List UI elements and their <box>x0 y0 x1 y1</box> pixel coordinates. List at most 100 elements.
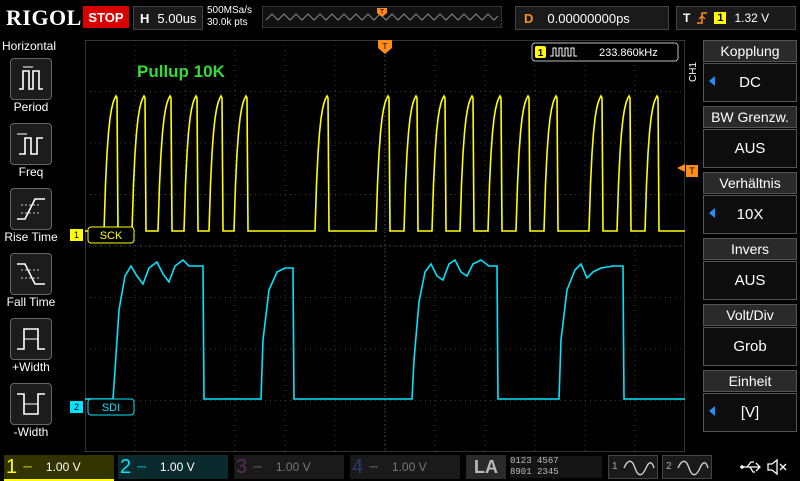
menu-bw-limit[interactable]: BW Grenzw. AUS <box>703 106 797 168</box>
menu-kopplung-title: Kopplung <box>703 40 797 62</box>
generator-1-number: 1 <box>612 461 618 472</box>
ch2-scale: 1.00 V <box>159 460 195 474</box>
menu-unit-title: Einheit <box>703 370 797 392</box>
generator-2-number: 2 <box>666 461 672 472</box>
generator-2-button[interactable]: 2 <box>662 455 712 479</box>
rise-time-icon <box>17 198 45 220</box>
pos-width-button[interactable] <box>10 318 52 360</box>
ch1-label: SCK <box>100 230 123 242</box>
delay-display[interactable]: D 0.00000000ps <box>515 6 669 30</box>
frequency-value: 233.860kHz <box>599 47 658 59</box>
ch3-number: 3 <box>236 455 248 478</box>
waveform-display[interactable]: T Pullup 10K 1 233.860kHz 1 SCK 2 SDI <box>85 40 685 452</box>
rise-time-button[interactable] <box>10 188 52 230</box>
select-arrow-icon <box>709 406 715 416</box>
ch2-status[interactable]: 2 ⎓ 1.00 V <box>118 455 228 479</box>
pos-width-label: +Width <box>12 360 50 374</box>
la-bits-12-15: 2345 <box>537 467 559 477</box>
menu-ratio-title: Verhältnis <box>703 172 797 194</box>
svg-text:T: T <box>380 9 385 16</box>
ch1-ground-marker[interactable]: 1 SCK <box>85 226 135 244</box>
memory-points: 30.0k pts <box>207 17 248 28</box>
logic-analyzer-button[interactable]: LA <box>466 455 506 479</box>
rise-time-label: Rise Time <box>4 230 58 244</box>
trigger-key: T <box>683 11 691 25</box>
ch1-offset-marker[interactable]: 1 <box>70 229 83 241</box>
select-arrow-icon <box>709 76 715 86</box>
ch3-status[interactable]: 3 ⎓ 1.00 V <box>234 455 344 479</box>
menu-unit[interactable]: Einheit [V] <box>703 370 797 432</box>
menu-kopplung-value[interactable]: DC <box>703 63 797 102</box>
trigger-level-tag[interactable]: T <box>686 165 698 177</box>
fall-time-icon <box>17 263 45 285</box>
dc-coupling-icon: ⎓ <box>369 460 378 473</box>
menu-unit-value[interactable]: [V] <box>703 393 797 432</box>
speaker-muted-icon[interactable] <box>766 457 788 477</box>
menu-volt-div-value[interactable]: Grob <box>703 327 797 366</box>
pos-width-icon <box>17 328 45 350</box>
freq-label: Freq <box>18 165 44 179</box>
dc-coupling-icon: ⎓ <box>23 460 32 473</box>
ch2-ground-marker[interactable]: 2 SDI <box>85 398 135 416</box>
brand-logo: RIGOL <box>6 5 82 30</box>
sine-wave-icon <box>677 460 709 476</box>
svg-text:1: 1 <box>538 48 544 59</box>
delay-value: 0.00000000ps <box>547 10 630 26</box>
rising-edge-icon <box>697 12 708 24</box>
sample-rate: 500MSa/s <box>207 5 253 16</box>
ch3-scale: 1.00 V <box>275 460 311 474</box>
menu-volt-div[interactable]: Volt/Div Grob <box>703 304 797 366</box>
la-channel-status: 0123 4567 8901 2345 <box>510 456 602 478</box>
period-label: Period <box>13 100 49 114</box>
freq-button[interactable] <box>10 123 52 165</box>
select-arrow-icon <box>709 208 715 218</box>
timebase-value: 5.00us <box>157 10 197 26</box>
ch4-number: 4 <box>352 455 364 478</box>
ch4-status[interactable]: 4 ⎓ 1.00 V <box>350 455 460 479</box>
trigger-position-label: T <box>383 42 388 51</box>
neg-width-label: -Width <box>13 425 49 439</box>
ch4-scale: 1.00 V <box>391 460 427 474</box>
ch1-status[interactable]: 1 ⎓ 1.00 V <box>4 455 114 481</box>
memory-overview-strip[interactable]: T <box>262 6 502 28</box>
ch2-label: SDI <box>102 402 120 414</box>
run-stop-badge[interactable]: STOP <box>83 6 129 28</box>
dc-coupling-icon: ⎓ <box>137 460 146 473</box>
la-bits-8-11: 8901 <box>510 467 532 477</box>
ch2-offset-marker[interactable]: 2 <box>70 401 83 413</box>
la-bits-4-7: 4567 <box>537 456 559 466</box>
fall-time-button[interactable] <box>10 253 52 295</box>
menu-bw-limit-title: BW Grenzw. <box>703 106 797 128</box>
channel-tag: CH1 <box>688 62 699 83</box>
la-bits-0-3: 0123 <box>510 456 532 466</box>
menu-volt-div-title: Volt/Div <box>703 304 797 326</box>
horizontal-timebase[interactable]: H 5.00us <box>133 6 203 30</box>
menu-kopplung[interactable]: Kopplung DC <box>703 40 797 102</box>
menu-invert-value[interactable]: AUS <box>703 261 797 300</box>
frequency-measurement[interactable]: 1 233.860kHz <box>531 42 679 62</box>
ch1-number: 1 <box>6 455 18 478</box>
usb-icon <box>740 461 761 473</box>
neg-width-button[interactable] <box>10 383 52 425</box>
period-button[interactable] <box>10 58 52 100</box>
delay-key: D <box>524 10 534 26</box>
menu-ratio-value[interactable]: 10X <box>703 195 797 234</box>
horizontal-key: H <box>140 10 150 26</box>
trigger-display[interactable]: T 1 1.32 V <box>676 6 796 30</box>
neg-width-icon <box>17 393 45 415</box>
freq-icon <box>17 133 43 155</box>
menu-ratio[interactable]: Verhältnis 10X <box>703 172 797 234</box>
fall-time-label: Fall Time <box>6 295 56 309</box>
generator-1-button[interactable]: 1 <box>608 455 658 479</box>
waveform-annotation: Pullup 10K <box>137 62 226 81</box>
menu-invert[interactable]: Invers AUS <box>703 238 797 300</box>
period-icon <box>19 66 43 90</box>
trigger-level: 1.32 V <box>734 11 770 25</box>
menu-invert-title: Invers <box>703 238 797 260</box>
menu-bw-limit-value[interactable]: AUS <box>703 129 797 168</box>
left-menu-title: Horizontal <box>2 39 57 53</box>
dc-coupling-icon: ⎓ <box>253 460 262 473</box>
ch1-scale: 1.00 V <box>45 460 81 474</box>
sine-wave-icon <box>623 460 655 476</box>
trigger-source: 1 <box>714 12 727 24</box>
